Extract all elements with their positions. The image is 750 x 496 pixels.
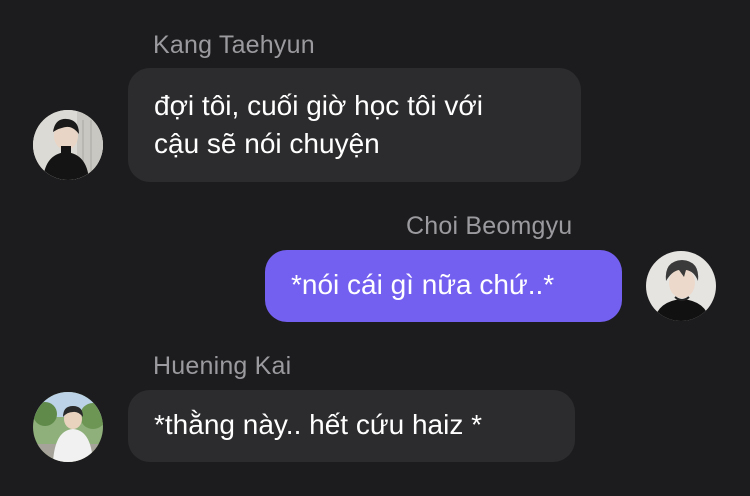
sender-name: Huening Kai bbox=[153, 352, 292, 380]
sender-name: Choi Beomgyu bbox=[406, 212, 573, 240]
message-line: đợi tôi, cuối giờ học tôi với bbox=[154, 90, 483, 121]
message-bubble[interactable]: *nói cái gì nữa chứ..* bbox=[265, 250, 622, 322]
sender-name: Kang Taehyun bbox=[153, 31, 315, 59]
message-bubble[interactable]: đợi tôi, cuối giờ học tôi với cậu sẽ nói… bbox=[128, 68, 581, 182]
message-bubble[interactable]: *thằng này.. hết cứu haiz * bbox=[128, 390, 575, 462]
profile-photo-icon[interactable] bbox=[33, 110, 103, 180]
message-line: *nói cái gì nữa chứ..* bbox=[291, 269, 555, 300]
message-line: *thằng này.. hết cứu haiz * bbox=[154, 409, 482, 440]
profile-photo-icon[interactable] bbox=[33, 392, 103, 462]
chat-thread: Kang Taehyun đợi tôi, cuối giờ học tôi v… bbox=[0, 0, 750, 496]
message-line: cậu sẽ nói chuyện bbox=[154, 128, 380, 159]
profile-photo-icon[interactable] bbox=[646, 251, 716, 321]
